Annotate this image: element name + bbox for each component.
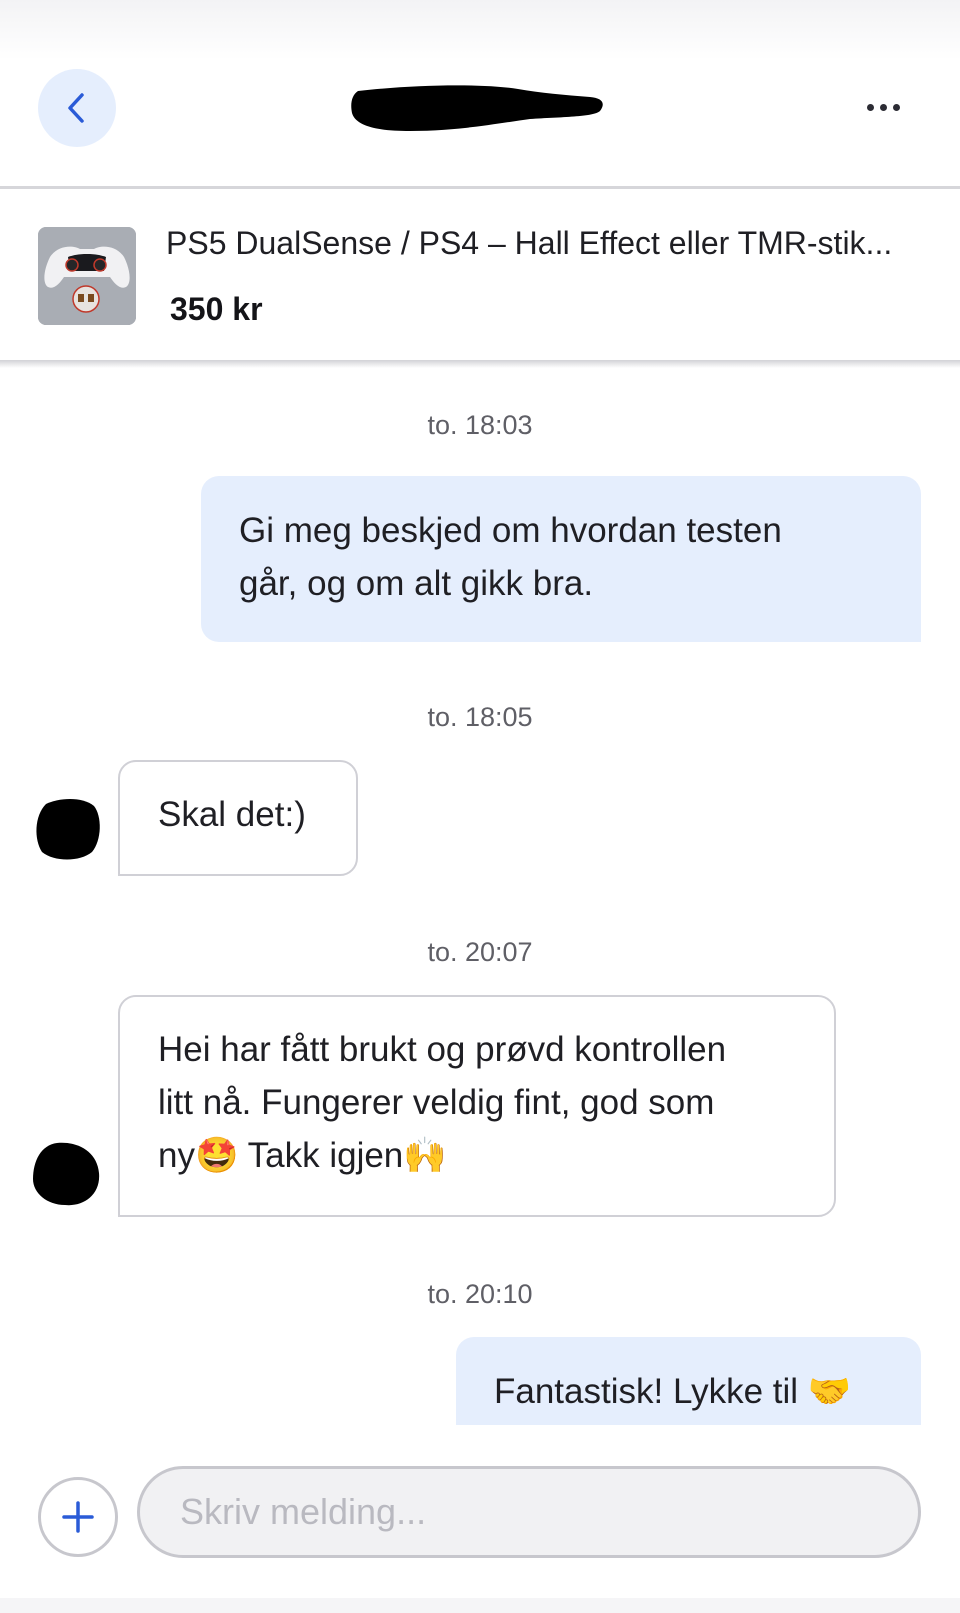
message-line: Skal det:) xyxy=(158,795,306,834)
incoming-message[interactable]: Hei har fått brukt og prøvd kontrollen l… xyxy=(118,995,836,1217)
more-dot xyxy=(879,103,887,111)
outgoing-message[interactable]: Gi meg beskjed om hvordan testen går, og… xyxy=(201,476,921,642)
more-dot xyxy=(892,103,900,111)
message-line: går, og om alt gikk bra. xyxy=(239,564,594,603)
message-line: Hei har fått brukt og prøvd kontrollen xyxy=(158,1030,727,1069)
listing-thumbnail xyxy=(38,227,136,325)
chevron-left-icon xyxy=(68,93,84,123)
more-options-button[interactable] xyxy=(858,92,908,122)
back-button[interactable] xyxy=(38,69,116,147)
listing-divider xyxy=(0,360,960,368)
avatar xyxy=(33,1142,100,1206)
more-dot xyxy=(866,103,874,111)
message-input[interactable] xyxy=(137,1466,921,1558)
redacted-title xyxy=(351,85,603,131)
avatar xyxy=(36,799,100,860)
message-line: Fantastisk! Lykke til 🤝 xyxy=(494,1372,852,1411)
message-line: Gi meg beskjed om hvordan testen xyxy=(239,511,782,550)
controller-image xyxy=(38,227,136,325)
bottom-strip xyxy=(0,1598,960,1613)
message-composer xyxy=(0,1425,960,1613)
message-timestamp: to. 18:03 xyxy=(427,410,533,440)
message-line: litt nå. Fungerer veldig fint, god som xyxy=(158,1083,715,1122)
outgoing-message[interactable]: Fantastisk! Lykke til 🤝 xyxy=(456,1337,921,1427)
chat-header xyxy=(0,0,960,189)
message-timestamp: to. 20:07 xyxy=(427,937,533,967)
listing-card[interactable]: PS5 DualSense / PS4 – Hall Effect eller … xyxy=(0,189,960,362)
plus-icon xyxy=(62,1501,94,1533)
message-timestamp: to. 18:05 xyxy=(427,702,533,732)
message-line: ny🤩 Takk igjen🙌 xyxy=(158,1136,447,1175)
listing-title: PS5 DualSense / PS4 – Hall Effect eller … xyxy=(166,225,893,261)
message-timestamp: to. 20:10 xyxy=(427,1279,533,1309)
listing-price: 350 kr xyxy=(170,291,263,327)
incoming-message[interactable]: Skal det:) xyxy=(118,760,358,876)
add-attachment-button[interactable] xyxy=(38,1477,118,1557)
